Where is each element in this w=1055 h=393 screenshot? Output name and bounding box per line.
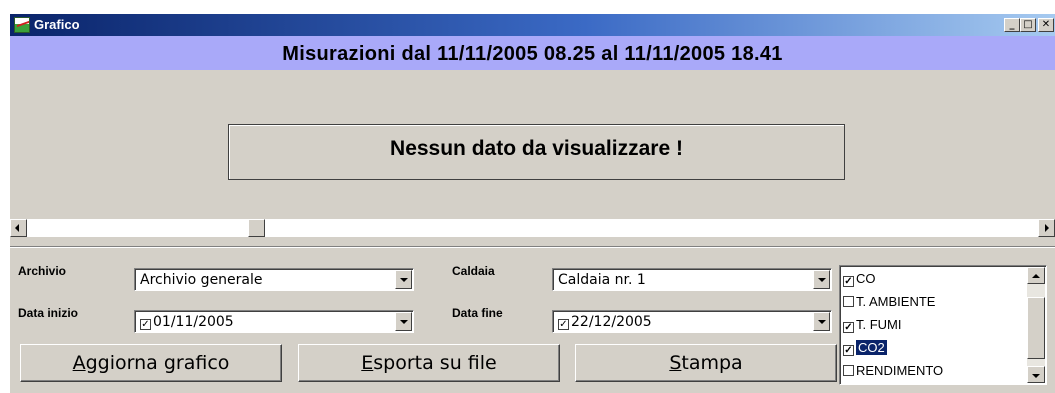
archivio-value: Archivio generale [140,272,263,288]
scroll-right-button[interactable] [1038,219,1055,237]
scroll-down-button[interactable] [1027,366,1045,383]
chevron-down-icon [818,278,826,282]
list-item[interactable]: RENDIMENTO [843,361,1018,380]
data-fine-label: Data fine [452,306,503,320]
series-checklist[interactable]: ✓ CO T. AMBIENTE ✓ T. FUMI ✓ CO2 RENDIMENTO [839,265,1047,385]
list-item[interactable]: ✓ CO [843,269,1018,288]
title-bar[interactable]: Grafico _ □ ✕ [10,14,1055,36]
series-checkbox[interactable]: ✓ [843,345,854,356]
data-fine-value: 22/12/2005 [571,314,652,330]
series-checkbox[interactable] [843,296,854,307]
minimize-button[interactable]: _ [1004,18,1020,32]
scroll-left-button[interactable] [10,219,27,237]
chevron-down-icon [818,320,826,324]
archivio-select[interactable]: Archivio generale [134,268,414,291]
series-checkbox[interactable]: ✓ [843,322,854,333]
data-inizio-checkbox[interactable]: ✓ [140,319,151,330]
scroll-thumb[interactable] [248,219,265,237]
arrow-left-icon [15,224,19,232]
list-scroll-thumb[interactable] [1027,297,1045,359]
data-inizio-value: 01/11/2005 [153,314,234,330]
archivio-dropdown-button[interactable] [395,270,412,289]
close-button[interactable]: ✕ [1038,18,1054,32]
data-fine-picker[interactable]: ✓ 22/12/2005 [552,310,832,333]
horizontal-scrollbar[interactable] [10,219,1055,237]
chart-icon [14,17,30,33]
aggiorna-grafico-button[interactable]: Aggiorna grafico [20,344,282,382]
list-item[interactable]: T. AMBIENTE [843,292,1018,311]
window-title: Grafico [34,17,80,32]
list-item[interactable]: ✓ T. FUMI [843,315,1018,334]
chevron-down-icon [400,320,408,324]
no-data-message: Nessun dato da visualizzare ! [390,137,683,160]
esporta-su-file-button[interactable]: Esporta su file [298,344,560,382]
data-fine-dropdown-button[interactable] [813,312,830,331]
caldaia-label: Caldaia [452,264,495,278]
separator [10,246,1055,248]
data-inizio-picker[interactable]: ✓ 01/11/2005 [134,310,414,333]
series-checkbox[interactable]: ✓ [843,276,854,287]
data-inizio-dropdown-button[interactable] [395,312,412,331]
chevron-down-icon [400,278,408,282]
chevron-up-icon [1032,274,1040,278]
chevron-down-icon [1032,374,1040,378]
data-inizio-label: Data inizio [18,306,79,320]
maximize-button[interactable]: □ [1020,18,1036,32]
scroll-up-button[interactable] [1027,267,1045,284]
caldaia-select[interactable]: Caldaia nr. 1 [552,268,832,291]
grafico-window: Grafico _ □ ✕ Misurazioni dal 11/11/2005… [10,14,1055,393]
header-band: Misurazioni dal 11/11/2005 08.25 al 11/1… [10,36,1055,70]
arrow-right-icon [1045,224,1049,232]
archivio-label: Archivio [18,264,67,278]
list-vertical-scrollbar[interactable] [1027,267,1045,383]
series-checkbox[interactable] [843,365,854,376]
measurement-period-title: Misurazioni dal 11/11/2005 08.25 al 11/1… [282,43,783,65]
no-data-message-box: Nessun dato da visualizzare ! [228,124,845,180]
list-item[interactable]: ✓ CO2 [843,338,1018,357]
caldaia-dropdown-button[interactable] [813,270,830,289]
caldaia-value: Caldaia nr. 1 [558,272,646,288]
data-fine-checkbox[interactable]: ✓ [558,319,569,330]
stampa-button[interactable]: Stampa [575,344,837,382]
